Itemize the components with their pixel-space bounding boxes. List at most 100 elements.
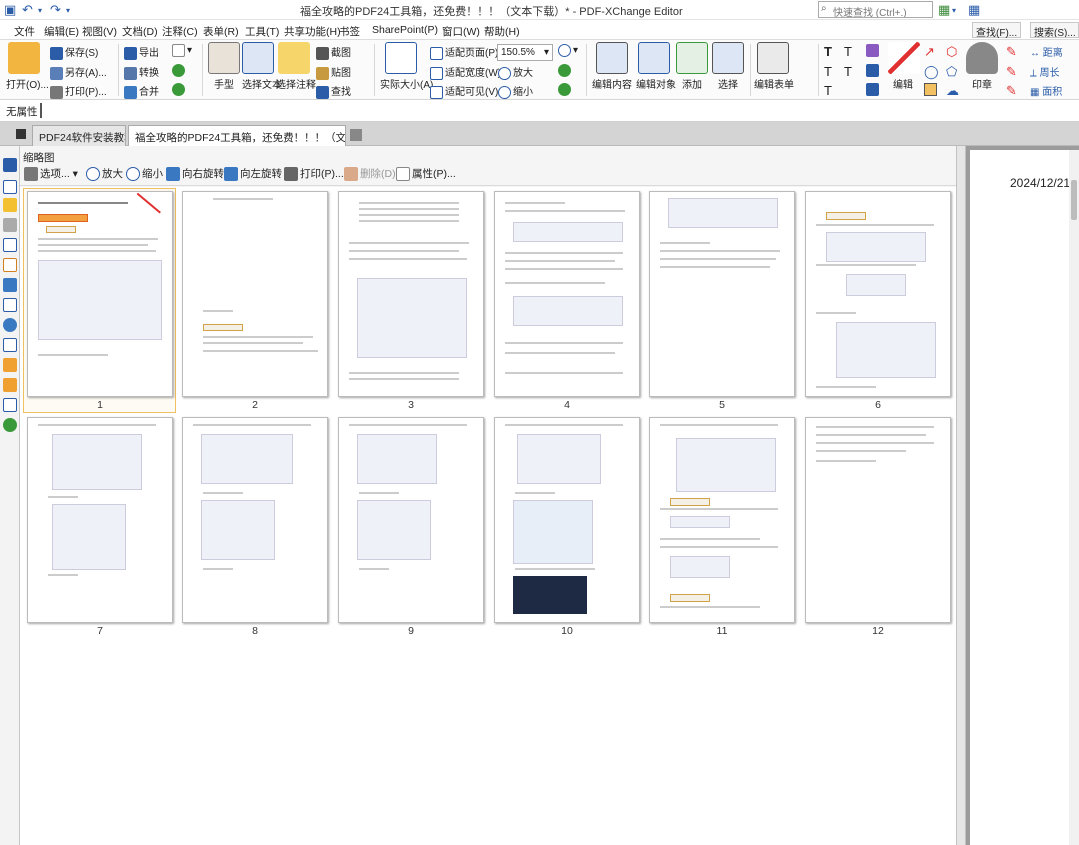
distance-icon[interactable]: ↔ 距离 (1030, 44, 1063, 59)
save-button[interactable]: 保存(S) (50, 44, 98, 60)
stamp-button[interactable]: 印章 (966, 42, 998, 91)
fit-page-button[interactable]: 适配页面(P) (430, 44, 498, 60)
brush-icon[interactable]: ✎ (1006, 83, 1017, 99)
thumb-zoom-in-button[interactable]: 放大 (86, 166, 123, 182)
eraser-icon[interactable]: ✎ (1006, 44, 1017, 60)
back-icon[interactable] (172, 64, 187, 77)
page-thumbnail[interactable] (27, 191, 173, 397)
page-thumbnail[interactable] (494, 417, 640, 623)
destinations-icon[interactable] (3, 318, 17, 332)
underline-icon[interactable]: T (844, 64, 852, 79)
select-text-button[interactable]: 选择文本 (242, 42, 282, 91)
menu-help[interactable]: 帮助(H) (484, 24, 520, 39)
signatures-icon[interactable] (3, 258, 17, 272)
pencil-button[interactable]: 编辑 (888, 42, 920, 91)
structure-icon[interactable] (3, 338, 17, 352)
menu-view[interactable]: 视图(V) (82, 24, 117, 39)
menu-file[interactable]: 文件 (14, 24, 35, 39)
page-thumbnail[interactable] (338, 417, 484, 623)
document-scrollbar[interactable] (1069, 150, 1079, 845)
signature-check-icon[interactable] (3, 418, 17, 432)
menu-document[interactable]: 文档(D) (122, 24, 158, 39)
combine-button[interactable]: 合并 (124, 83, 159, 99)
options-dropdown-icon[interactable]: ▾ (952, 6, 956, 15)
open-button[interactable]: 打开(O)... (6, 42, 49, 91)
fit-visible-button[interactable]: 适配可见(V) (430, 83, 498, 99)
tab-list-icon[interactable] (16, 129, 26, 139)
pentagon-icon[interactable]: ⬠ (946, 64, 957, 80)
convert-button[interactable]: 转换 (124, 64, 159, 80)
strikeout-icon[interactable]: T (824, 64, 832, 79)
polygon-icon[interactable]: ⬡ (946, 44, 957, 60)
zoom-in-small-icon[interactable]: ▾ (558, 44, 578, 57)
snapshot-button[interactable]: 截图 (316, 44, 351, 60)
undo-icon[interactable]: ↶ (22, 2, 33, 18)
tab-pdf24-toolbox[interactable]: 福全攻略的PDF24工具箱，还免费！！！（文本下载） (128, 125, 346, 147)
page-thumbnail[interactable] (649, 417, 795, 623)
thumbnails-icon[interactable] (3, 180, 17, 194)
menu-share[interactable]: 共享功能(H) (284, 24, 341, 39)
ellipse-icon[interactable]: ◯ (924, 64, 939, 80)
zoom-in-button[interactable]: 放大 (498, 64, 533, 80)
edit-object-button[interactable]: 编辑对象 (636, 42, 676, 91)
rotate-right-button[interactable]: 向右旋转 (166, 166, 224, 182)
note-icon[interactable] (866, 44, 881, 57)
select-comment-button[interactable]: 选择注释 (276, 42, 316, 91)
find-color-icon[interactable]: ▦ (938, 2, 950, 18)
menu-bookmarks[interactable]: 书签 (339, 24, 360, 39)
page-thumbnail[interactable] (27, 417, 173, 623)
layers-icon[interactable] (3, 238, 17, 252)
menu-sharepoint[interactable]: SharePoint(P) (372, 24, 438, 36)
tab-pdf24-install[interactable]: PDF24软件安装教程 (32, 125, 126, 146)
page-thumbnail[interactable] (338, 191, 484, 397)
cloud-icon[interactable]: ☁ (946, 83, 959, 99)
content-icon[interactable] (3, 278, 17, 292)
actual-size-button[interactable]: 实际大小(A) (380, 42, 433, 91)
find-button[interactable]: 查找(F)... (972, 22, 1022, 39)
perimeter-icon[interactable]: ⟂ 周长 (1030, 64, 1059, 79)
zoom-out-button[interactable]: 缩小 (498, 83, 533, 99)
undo-dropdown-icon[interactable]: ▾ (38, 6, 42, 15)
select-button[interactable]: 选择 (712, 42, 744, 91)
attach-icon[interactable] (866, 64, 881, 77)
page-thumbnail[interactable] (649, 191, 795, 397)
edit-form-button[interactable]: 编辑表单 (754, 42, 794, 91)
options-button[interactable]: 选项... ▾ (24, 166, 78, 182)
sound-icon[interactable] (866, 83, 881, 96)
forward-icon[interactable] (172, 83, 187, 96)
find-tool-button[interactable]: 查找 (316, 83, 351, 99)
menu-edit[interactable]: 编辑(E) (44, 24, 79, 39)
new-tab-icon[interactable] (350, 129, 362, 141)
page-thumbnail[interactable] (182, 191, 328, 397)
menu-comment[interactable]: 注释(C) (162, 24, 198, 39)
thumb-zoom-out-button[interactable]: 缩小 (126, 166, 163, 182)
fit-width-button[interactable]: 适配宽度(W) (430, 64, 501, 80)
search-button[interactable]: 搜索(S)... (1030, 22, 1079, 38)
highlight-icon[interactable]: ✎ (1006, 64, 1017, 80)
rectangle-icon[interactable] (924, 83, 939, 96)
bookmarks-icon[interactable] (3, 158, 17, 172)
page-thumbnail[interactable] (494, 191, 640, 397)
panel-splitter[interactable] (956, 146, 966, 845)
tags-icon[interactable] (3, 358, 17, 372)
callout-icon[interactable]: T (824, 83, 832, 98)
export-button[interactable]: 导出 (124, 44, 159, 60)
delete-pages-button[interactable]: 删除(D) (344, 166, 396, 182)
add-button[interactable]: 添加 (676, 42, 708, 91)
articles-icon[interactable] (3, 298, 17, 312)
fields-icon[interactable] (3, 378, 17, 392)
page-thumbnail[interactable] (805, 417, 951, 623)
paste-button[interactable]: 贴图 (316, 64, 351, 80)
layout-icon[interactable]: ▦ (968, 2, 980, 18)
refresh-icon[interactable] (558, 83, 573, 96)
hand-tool-button[interactable]: 手型 (208, 42, 240, 91)
print-button[interactable]: 打印(P)... (50, 83, 107, 99)
menu-tools[interactable]: 工具(T) (245, 24, 279, 39)
page-thumbnail[interactable] (182, 417, 328, 623)
attachments-icon[interactable] (3, 218, 17, 232)
page-thumbnail[interactable] (805, 191, 951, 397)
zoom-level-input[interactable]: 150.5% ▾ (497, 44, 553, 61)
typewriter-icon[interactable]: T (824, 44, 832, 59)
scrollbar-thumb[interactable] (1071, 180, 1077, 220)
order-icon[interactable] (3, 398, 17, 412)
